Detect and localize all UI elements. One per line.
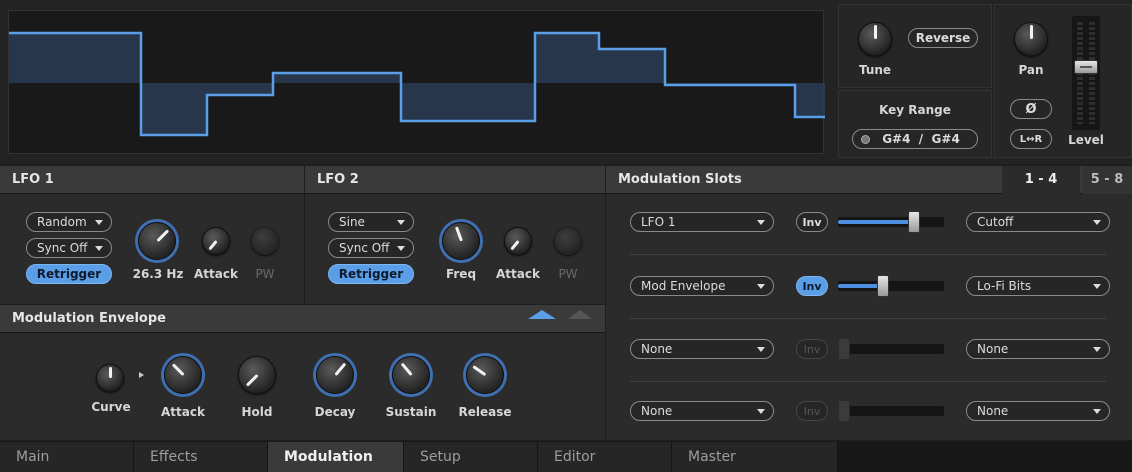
lfo2-sync-dropdown[interactable]: Sync Off [328,238,414,258]
mod-slot-amount-slider[interactable] [838,338,944,360]
env-sustain-knob[interactable] [392,356,430,394]
env-attack-knob[interactable] [164,356,202,394]
mod-slot-source-dropdown[interactable]: LFO 1 [630,212,774,232]
chevron-down-icon [757,284,765,289]
lfo2-waveform-dropdown[interactable]: Sine [328,212,414,232]
env-decay-knob[interactable] [316,356,354,394]
env-decay-label: Decay [314,405,356,419]
key-range-label: Key Range [879,103,951,117]
lfo2-pw-label: PW [558,267,578,281]
tab-main[interactable]: Main [0,442,134,472]
tune-knob[interactable] [858,22,892,56]
pan-label: Pan [1018,63,1044,77]
mod-slot-target-dropdown[interactable]: Cutoff [966,212,1110,232]
key-range-value: G#4 / G#4 [882,132,960,146]
mod-slot-divider [630,318,1106,319]
mod-slot-invert-button[interactable]: Inv [796,212,828,232]
lfo1-attack-label: Attack [194,267,238,281]
lfo1-waveform-dropdown[interactable]: Random [26,212,112,232]
lfo1-rate-label: 26.3 Hz [132,267,184,281]
mod-slot-divider [630,381,1106,382]
mod-slot-amount-fill [838,284,883,288]
chevron-down-icon [757,220,765,225]
key-range-field[interactable]: G#4 / G#4 [852,129,978,149]
tab-setup[interactable]: Setup [404,442,538,472]
env-curve-knob[interactable] [96,364,124,392]
envelope-shape-alt-icon[interactable] [568,310,592,319]
lfo1-sync-dropdown[interactable]: Sync Off [26,238,112,258]
mod-slot-source-dropdown[interactable]: None [630,401,774,421]
env-hold-label: Hold [241,405,273,419]
lfo2-freq-label: Freq [445,267,477,281]
env-sustain-label: Sustain [385,405,437,419]
env-hold-knob[interactable] [238,356,276,394]
mod-slot-target-dropdown[interactable]: Lo-Fi Bits [966,276,1110,296]
pan-knob[interactable] [1014,22,1048,56]
lfo2-attack-knob[interactable] [504,227,532,255]
mod-slot-amount-slider[interactable] [838,275,944,297]
curve-arrow-icon [139,372,144,378]
lfo2-pw-knob [554,227,582,255]
env-attack-label: Attack [161,405,205,419]
chevron-down-icon [1093,220,1101,225]
chevron-down-icon [757,409,765,414]
lfo2-attack-label: Attack [496,267,540,281]
mod-slot-invert-button[interactable]: Inv [796,401,828,421]
mod-slot-amount-slider[interactable] [838,400,944,422]
mod-slots-panel [606,166,1132,440]
chevron-down-icon [95,220,103,225]
phase-invert-button[interactable]: Ø [1010,99,1052,119]
mod-slot-amount-handle[interactable] [908,211,921,233]
mod-slot-invert-button[interactable]: Inv [796,276,828,296]
level-label: Level [1068,133,1104,147]
lfo1-pw-label: PW [255,267,275,281]
lfo1-retrigger-button[interactable]: Retrigger [26,264,112,284]
tab-modulation[interactable]: Modulation [268,442,404,472]
tab-editor[interactable]: Editor [538,442,672,472]
mod-slot-amount-fill [838,220,915,224]
lfo2-retrigger-button[interactable]: Retrigger [328,264,414,284]
mod-slot-divider [630,254,1106,255]
mod-slot-invert-button[interactable]: Inv [796,339,828,359]
stereo-swap-button[interactable]: L↔R [1010,129,1052,149]
lfo2-title: LFO 2 [305,166,605,194]
mod-envelope-title: Modulation Envelope [0,305,605,333]
chevron-down-icon [1093,347,1101,352]
mod-slot-amount-handle[interactable] [838,400,850,422]
chevron-down-icon [397,246,405,251]
reverse-button[interactable]: Reverse [908,28,978,48]
lfo-waveform-display [8,10,825,154]
tune-label: Tune [858,63,892,77]
mod-slot-amount-slider[interactable] [838,211,944,233]
chevron-down-icon [397,220,405,225]
level-fader-handle[interactable] [1074,60,1098,74]
mod-slot-amount-handle[interactable] [838,338,850,360]
mod-slot-source-dropdown[interactable]: None [630,339,774,359]
chevron-down-icon [757,347,765,352]
mod-slot-source-dropdown[interactable]: Mod Envelope [630,276,774,296]
tab-master[interactable]: Master [672,442,838,472]
lfo-waveform-plot [9,31,825,137]
env-release-label: Release [458,405,512,419]
env-release-knob[interactable] [466,356,504,394]
level-fader-track[interactable] [1072,16,1100,130]
tab-effects[interactable]: Effects [134,442,268,472]
mod-slots-tab-1-4[interactable]: 1 - 4 [1002,166,1080,195]
lfo1-attack-knob[interactable] [202,227,230,255]
mod-slot-amount-handle[interactable] [876,275,889,297]
chevron-down-icon [95,246,103,251]
chevron-down-icon [1093,284,1101,289]
env-curve-label: Curve [91,400,131,414]
key-range-record-icon[interactable] [861,135,870,144]
mod-slot-target-dropdown[interactable]: None [966,401,1110,421]
lfo1-pw-knob [251,227,279,255]
chevron-down-icon [1093,409,1101,414]
envelope-shape-icon[interactable] [528,310,556,319]
mod-slots-tab-5-8[interactable]: 5 - 8 [1082,166,1132,194]
lfo2-freq-knob[interactable] [442,222,480,260]
mod-slot-target-dropdown[interactable]: None [966,339,1110,359]
lfo1-rate-knob[interactable] [138,222,176,260]
lfo1-title: LFO 1 [0,166,304,194]
